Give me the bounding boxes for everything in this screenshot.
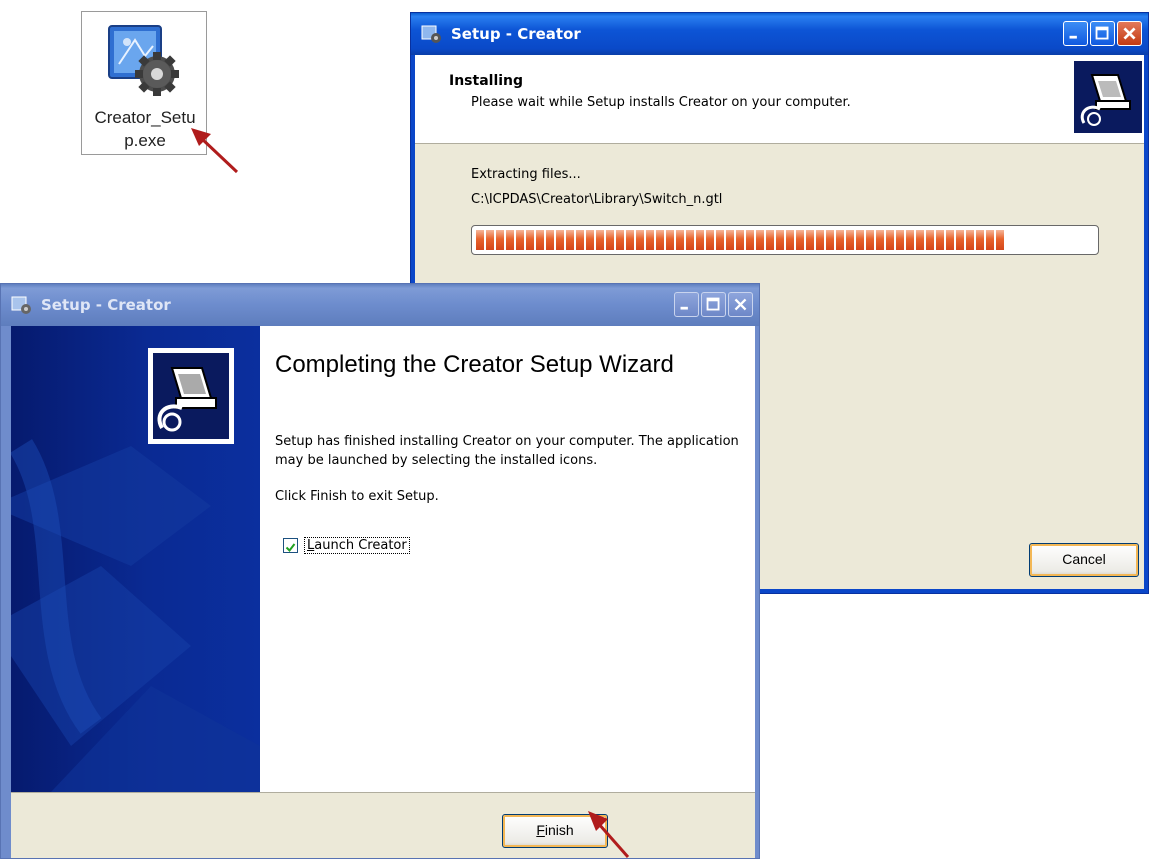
progress-segment [906, 230, 914, 250]
progress-segment [566, 230, 574, 250]
setup-exe-icon [108, 25, 179, 96]
progress-segment [526, 230, 534, 250]
window-title: Setup - Creator [451, 25, 581, 43]
progress-segment [946, 230, 954, 250]
maximize-icon [1095, 26, 1109, 40]
status-text: Extracting files... [471, 167, 581, 182]
progress-segment [576, 230, 584, 250]
progress-segment [636, 230, 644, 250]
progress-segment [546, 230, 554, 250]
maximize-icon [706, 297, 720, 311]
close-icon [1123, 27, 1136, 40]
progress-segment [486, 230, 494, 250]
installing-titlebar[interactable]: Setup - Creator [411, 13, 1148, 55]
progress-segment [496, 230, 504, 250]
install-progress-bar [471, 225, 1099, 255]
header-subtitle: Please wait while Setup installs Creator… [471, 95, 851, 110]
progress-segment [986, 230, 994, 250]
close-button[interactable] [728, 292, 753, 317]
progress-segment [536, 230, 544, 250]
completion-message: Setup has finished installing Creator on… [275, 434, 739, 468]
close-icon [734, 298, 747, 311]
progress-segment [816, 230, 824, 250]
setup-complete-window: Setup - Creator Completing the Creator S… [0, 283, 760, 859]
window-title: Setup - Creator [41, 296, 171, 314]
wizard-footer: Finish [11, 792, 755, 858]
progress-segment [676, 230, 684, 250]
progress-segment [696, 230, 704, 250]
exit-hint: Click Finish to exit Setup. [275, 489, 439, 504]
maximize-button[interactable] [701, 292, 726, 317]
progress-segment [886, 230, 894, 250]
progress-segment [866, 230, 874, 250]
maximize-button[interactable] [1090, 21, 1115, 46]
launch-creator-label-rest: aunch Creator [314, 538, 407, 553]
progress-segment [836, 230, 844, 250]
progress-segment [926, 230, 934, 250]
progress-segment [666, 230, 674, 250]
progress-segment [646, 230, 654, 250]
progress-segment [976, 230, 984, 250]
launch-creator-option[interactable]: Launch Creator [283, 537, 410, 554]
launch-creator-checkbox[interactable] [283, 538, 298, 553]
progress-segment [796, 230, 804, 250]
progress-segment [626, 230, 634, 250]
finish-label-rest: inish [544, 822, 574, 838]
progress-segment [856, 230, 864, 250]
progress-segment [556, 230, 564, 250]
checkmark-icon [285, 543, 296, 553]
creator-setup-desktop-icon[interactable]: Creator_Setup.exe [81, 11, 207, 155]
progress-segment [846, 230, 854, 250]
progress-segment [956, 230, 964, 250]
installing-header: Installing Please wait while Setup insta… [415, 55, 1144, 144]
progress-segment [966, 230, 974, 250]
setup-computer-icon [148, 348, 234, 444]
progress-segment [776, 230, 784, 250]
progress-segment [996, 230, 1004, 250]
cancel-button[interactable]: Cancel [1029, 543, 1139, 577]
desktop-icon-label: Creator_Setup.exe [94, 108, 196, 150]
progress-segment [706, 230, 714, 250]
setup-app-icon [11, 296, 31, 314]
wizard-side-banner [11, 326, 260, 792]
progress-segment [616, 230, 624, 250]
progress-segment [516, 230, 524, 250]
launch-creator-label: Launch Creator [304, 537, 410, 554]
progress-segment [756, 230, 764, 250]
progress-segment [896, 230, 904, 250]
progress-fill [476, 230, 1094, 250]
progress-segment [606, 230, 614, 250]
progress-segment [826, 230, 834, 250]
minimize-button[interactable] [1063, 21, 1088, 46]
progress-segment [936, 230, 944, 250]
progress-segment [736, 230, 744, 250]
progress-segment [766, 230, 774, 250]
minimize-button[interactable] [674, 292, 699, 317]
progress-segment [746, 230, 754, 250]
header-title: Installing [449, 73, 524, 89]
minimize-icon [1069, 35, 1077, 39]
progress-segment [686, 230, 694, 250]
progress-segment [916, 230, 924, 250]
progress-segment [586, 230, 594, 250]
progress-segment [476, 230, 484, 250]
setup-computer-icon [1074, 61, 1142, 133]
close-button[interactable] [1117, 21, 1142, 46]
progress-segment [806, 230, 814, 250]
progress-segment [726, 230, 734, 250]
progress-segment [506, 230, 514, 250]
setup-app-icon [421, 25, 441, 43]
progress-segment [716, 230, 724, 250]
progress-segment [786, 230, 794, 250]
progress-segment [596, 230, 604, 250]
current-file-path: C:\ICPDAS\Creator\Library\Switch_n.gtl [471, 192, 723, 207]
completion-heading: Completing the Creator Setup Wizard [275, 351, 674, 378]
finish-label-first-letter: F [536, 822, 545, 838]
minimize-icon [680, 306, 688, 310]
complete-titlebar[interactable]: Setup - Creator [1, 284, 759, 326]
progress-segment [656, 230, 664, 250]
progress-segment [876, 230, 884, 250]
finish-button[interactable]: Finish [502, 814, 608, 848]
